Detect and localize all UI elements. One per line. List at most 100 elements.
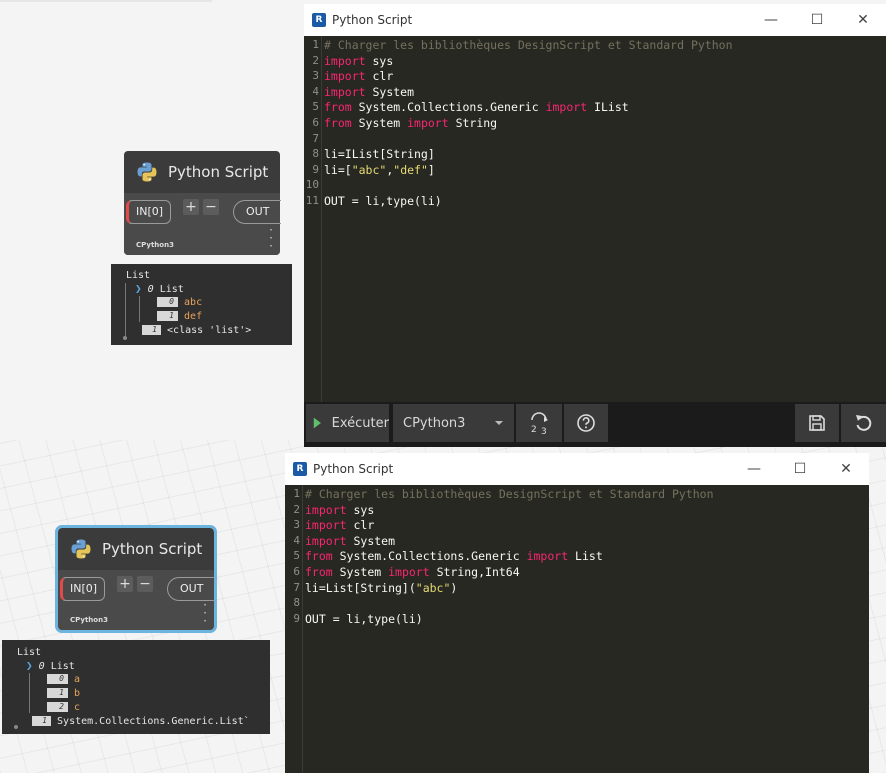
code-line[interactable]: from System.Collections.Generic import I… xyxy=(324,100,629,114)
close-button[interactable]: ✕ xyxy=(823,453,869,485)
code-token: from xyxy=(305,565,333,579)
revit-app-icon: R xyxy=(312,13,326,27)
line-number: 10 xyxy=(305,178,319,192)
remove-input-button[interactable]: − xyxy=(137,576,153,592)
code-line[interactable]: OUT = li,type(li) xyxy=(324,194,442,208)
code-token: "abc" xyxy=(351,162,387,177)
remove-input-button[interactable]: − xyxy=(203,199,219,215)
code-token: import xyxy=(324,84,366,99)
code-line[interactable]: import sys xyxy=(324,54,393,68)
chevron-down-icon[interactable]: ❯ xyxy=(26,659,33,672)
add-input-button[interactable]: + xyxy=(183,199,199,215)
code-token: clr xyxy=(346,518,375,533)
help-button[interactable] xyxy=(564,404,608,442)
watch-output-top[interactable]: List ❯ 0 List 0 abc 1 def 1 <class 'list… xyxy=(111,264,292,345)
minimize-button[interactable]: — xyxy=(748,4,794,36)
code-line[interactable]: import clr xyxy=(305,518,374,532)
engine-dropdown[interactable]: CPython3 xyxy=(393,404,514,442)
line-number: 5 xyxy=(312,100,319,114)
tree-line xyxy=(125,283,126,337)
output-port-out[interactable]: OUT xyxy=(167,577,216,601)
revert-button[interactable] xyxy=(841,404,886,442)
code-token: from xyxy=(324,100,352,115)
sub-list-row[interactable]: ❯ 0 List xyxy=(135,282,184,296)
code-editor[interactable]: 1 # Charger les bibliothèques DesignScrip… xyxy=(304,36,886,402)
code-line[interactable]: import clr xyxy=(324,69,393,83)
convert-tabs-button[interactable]: 2 3 xyxy=(516,404,562,442)
code-line[interactable]: li=IList[String] xyxy=(324,147,435,161)
sub-list-index: 0 xyxy=(38,661,45,672)
code-token: String xyxy=(448,116,498,130)
code-line[interactable]: # Charger les bibliothèques DesignScript… xyxy=(305,487,714,501)
run-button[interactable]: Exécuter xyxy=(306,404,389,442)
window-titlebar[interactable]: R Python Script — ☐ ✕ xyxy=(304,4,886,36)
window-title: Python Script xyxy=(313,462,394,476)
code-line[interactable]: import sys xyxy=(305,503,374,517)
code-line[interactable]: OUT = li,type(li) xyxy=(305,612,423,626)
item-index: 1 xyxy=(157,311,178,321)
code-token: import xyxy=(324,69,366,84)
item-index: 1 xyxy=(47,688,68,698)
line-number: 6 xyxy=(312,116,319,129)
python-script-node-top[interactable]: Python Script IN[0] + − OUT CPython3 · · · xyxy=(124,151,282,255)
code-line[interactable]: import System xyxy=(324,85,414,99)
input-port-in0[interactable]: IN[0] xyxy=(126,200,172,224)
maximize-button[interactable]: ☐ xyxy=(794,4,840,36)
sub-list-row[interactable]: ❯ 0 List xyxy=(26,659,75,673)
node-body: IN[0] + − OUT CPython3 · · · xyxy=(124,193,282,255)
code-token: ) xyxy=(450,580,458,595)
item-value: a xyxy=(74,674,81,685)
item-index: 0 xyxy=(157,297,178,307)
node-header[interactable]: Python Script xyxy=(124,151,280,193)
save-button[interactable] xyxy=(795,404,839,442)
code-line[interactable]: from System import String xyxy=(324,116,497,130)
code-line[interactable]: from System import String,Int64 xyxy=(305,565,520,579)
tree-dot xyxy=(14,725,18,729)
output-port-out[interactable]: OUT xyxy=(233,200,282,224)
input-port-in0[interactable]: IN[0] xyxy=(60,577,106,601)
list-item: 1 System.Collections.Generic.List` xyxy=(32,715,250,728)
code-token: import xyxy=(305,533,347,548)
line-number: 7 xyxy=(312,131,319,145)
python-editor-window-top[interactable]: R Python Script — ☐ ✕ 1 # Charger les bib… xyxy=(304,4,886,447)
kebab-menu-icon[interactable]: · · · xyxy=(203,599,207,627)
code-token: OUT = li,type(li) xyxy=(305,611,423,626)
kebab-menu-icon[interactable]: · · · xyxy=(269,224,273,252)
window-titlebar[interactable]: R Python Script — ☐ ✕ xyxy=(285,453,869,485)
item-value: <class 'list'> xyxy=(167,325,252,336)
line-number: 1 xyxy=(293,487,300,500)
code-line[interactable]: import System xyxy=(305,534,395,548)
code-token: import xyxy=(305,502,347,517)
code-token: System xyxy=(332,565,389,579)
code-token: import xyxy=(545,100,588,115)
code-line[interactable]: # Charger les bibliothèques DesignScript… xyxy=(324,38,733,52)
code-token: li=IList[String] xyxy=(324,147,435,162)
close-button[interactable]: ✕ xyxy=(840,4,886,36)
add-input-button[interactable]: + xyxy=(117,576,133,592)
chevron-down-icon xyxy=(495,421,503,425)
code-editor[interactable]: 1 # Charger les bibliothèques DesignScrip… xyxy=(285,485,869,773)
line-number: 8 xyxy=(312,147,319,161)
watch-output-bottom[interactable]: List ❯ 0 List 0 a 1 b 2 c 1 System.Colle… xyxy=(2,640,270,734)
code-line[interactable]: li=List[String]("abc") xyxy=(305,581,457,595)
line-number: 6 xyxy=(293,565,300,578)
item-value: b xyxy=(74,688,81,699)
line-number: 7 xyxy=(293,580,300,594)
python-script-node-bottom[interactable]: Python Script IN[0] + − OUT CPython3 · · · xyxy=(55,525,217,633)
line-number: 4 xyxy=(293,533,300,547)
chevron-down-icon[interactable]: ❯ xyxy=(135,282,142,295)
minimize-button[interactable]: — xyxy=(731,453,777,485)
code-line[interactable]: li=["abc","def"] xyxy=(324,163,435,177)
maximize-button[interactable]: ☐ xyxy=(777,453,823,485)
code-token: # Charger les bibliothèques DesignScript… xyxy=(324,38,733,52)
code-line[interactable]: from System.Collections.Generic import L… xyxy=(305,549,603,563)
code-token: import xyxy=(305,518,347,533)
python-icon xyxy=(71,539,91,559)
code-token: li=[ xyxy=(324,162,352,177)
list-item: 1 <class 'list'> xyxy=(142,324,251,337)
item-index: 1 xyxy=(32,716,51,726)
python-editor-window-bottom[interactable]: R Python Script — ☐ ✕ 1 # Charger les bib… xyxy=(285,453,869,773)
code-token: System xyxy=(351,116,408,130)
node-header[interactable]: Python Script xyxy=(58,528,214,570)
run-label: Exécuter xyxy=(331,415,389,431)
